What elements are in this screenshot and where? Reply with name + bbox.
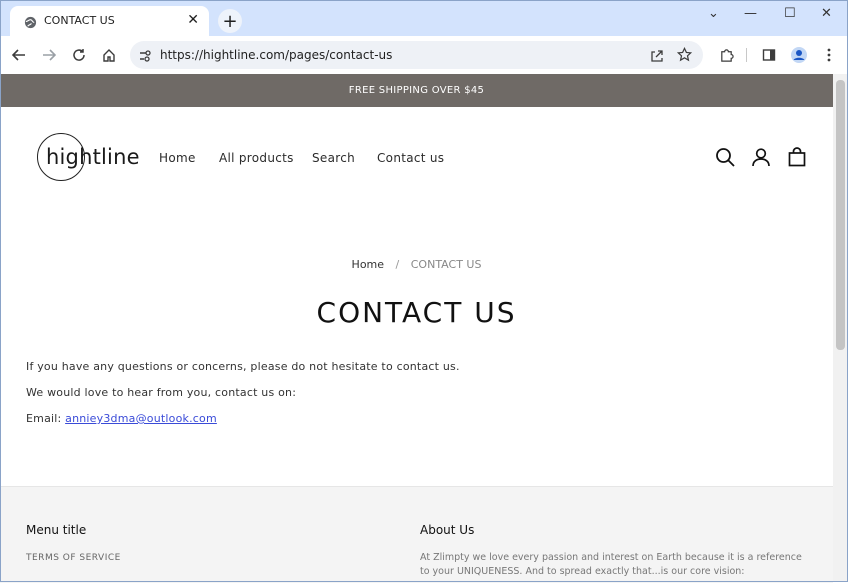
account-icon[interactable] <box>751 147 771 167</box>
browser-titlebar: CONTACT US ✕ + ⌄ — ☐ ✕ <box>0 0 848 36</box>
back-arrow-icon[interactable] <box>9 45 29 65</box>
footer-menu-title: Menu title <box>26 523 87 537</box>
reload-icon[interactable] <box>69 45 89 65</box>
scrollbar-thumb[interactable] <box>836 80 845 350</box>
contact-email-line: Email: anniey3dma@outlook.com <box>26 412 217 425</box>
profile-avatar-icon[interactable] <box>789 45 809 65</box>
tab-title: CONTACT US <box>44 14 115 27</box>
home-icon[interactable] <box>99 45 119 65</box>
kebab-menu-icon[interactable] <box>819 45 839 65</box>
logo-text[interactable]: hightline <box>46 145 140 169</box>
nav-all-products[interactable]: All products <box>219 151 294 165</box>
footer-terms-link[interactable]: TERMS OF SERVICE <box>26 553 121 563</box>
forward-arrow-icon[interactable] <box>39 45 59 65</box>
browser-toolbar: https://hightline.com/pages/contact-us <box>0 36 848 74</box>
breadcrumb-home[interactable]: Home <box>352 258 384 271</box>
side-panel-icon[interactable] <box>759 45 779 65</box>
contact-intro-text: If you have any questions or concerns, p… <box>26 360 460 373</box>
breadcrumb: Home / CONTACT US <box>0 258 833 271</box>
nav-search[interactable]: Search <box>312 151 355 165</box>
search-icon[interactable] <box>715 147 735 167</box>
globe-icon <box>24 14 37 33</box>
new-tab-button[interactable]: + <box>218 9 242 33</box>
footer-about-text: At Zlimpty we love every passion and int… <box>420 552 802 577</box>
store-header: hightline Home All products Search Conta… <box>0 107 833 207</box>
address-bar[interactable]: https://hightline.com/pages/contact-us <box>130 41 703 69</box>
extensions-puzzle-icon[interactable] <box>716 45 736 65</box>
contact-invite-text: We would love to hear from you, contact … <box>26 386 297 399</box>
url-text: https://hightline.com/pages/contact-us <box>160 48 393 62</box>
site-info-icon[interactable] <box>138 48 152 67</box>
email-label: Email: <box>26 412 66 425</box>
maximize-icon[interactable]: ☐ <box>784 6 796 21</box>
nav-home[interactable]: Home <box>159 151 196 165</box>
announcement-bar: FREE SHIPPING OVER $45 <box>0 74 833 107</box>
tab-close-icon[interactable]: ✕ <box>187 12 199 28</box>
breadcrumb-separator: / <box>395 258 400 271</box>
footer-about-title: About Us <box>420 523 475 537</box>
window-close-icon[interactable]: ✕ <box>821 6 832 21</box>
share-icon[interactable] <box>650 48 664 67</box>
browser-tab[interactable]: CONTACT US ✕ <box>10 6 209 36</box>
bookmark-star-icon[interactable] <box>676 46 693 66</box>
page-title: CONTACT US <box>316 296 517 329</box>
toolbar-divider <box>746 48 747 62</box>
tab-search-icon[interactable]: ⌄ <box>708 6 719 21</box>
page-scrollbar[interactable] <box>833 74 848 582</box>
minimize-icon[interactable]: — <box>744 6 757 21</box>
email-link[interactable]: anniey3dma@outlook.com <box>65 412 217 425</box>
breadcrumb-current: CONTACT US <box>410 258 482 271</box>
nav-contact-us[interactable]: Contact us <box>377 151 444 165</box>
cart-bag-icon[interactable] <box>787 147 807 167</box>
footer: Menu title TERMS OF SERVICE About Us At … <box>0 486 833 583</box>
